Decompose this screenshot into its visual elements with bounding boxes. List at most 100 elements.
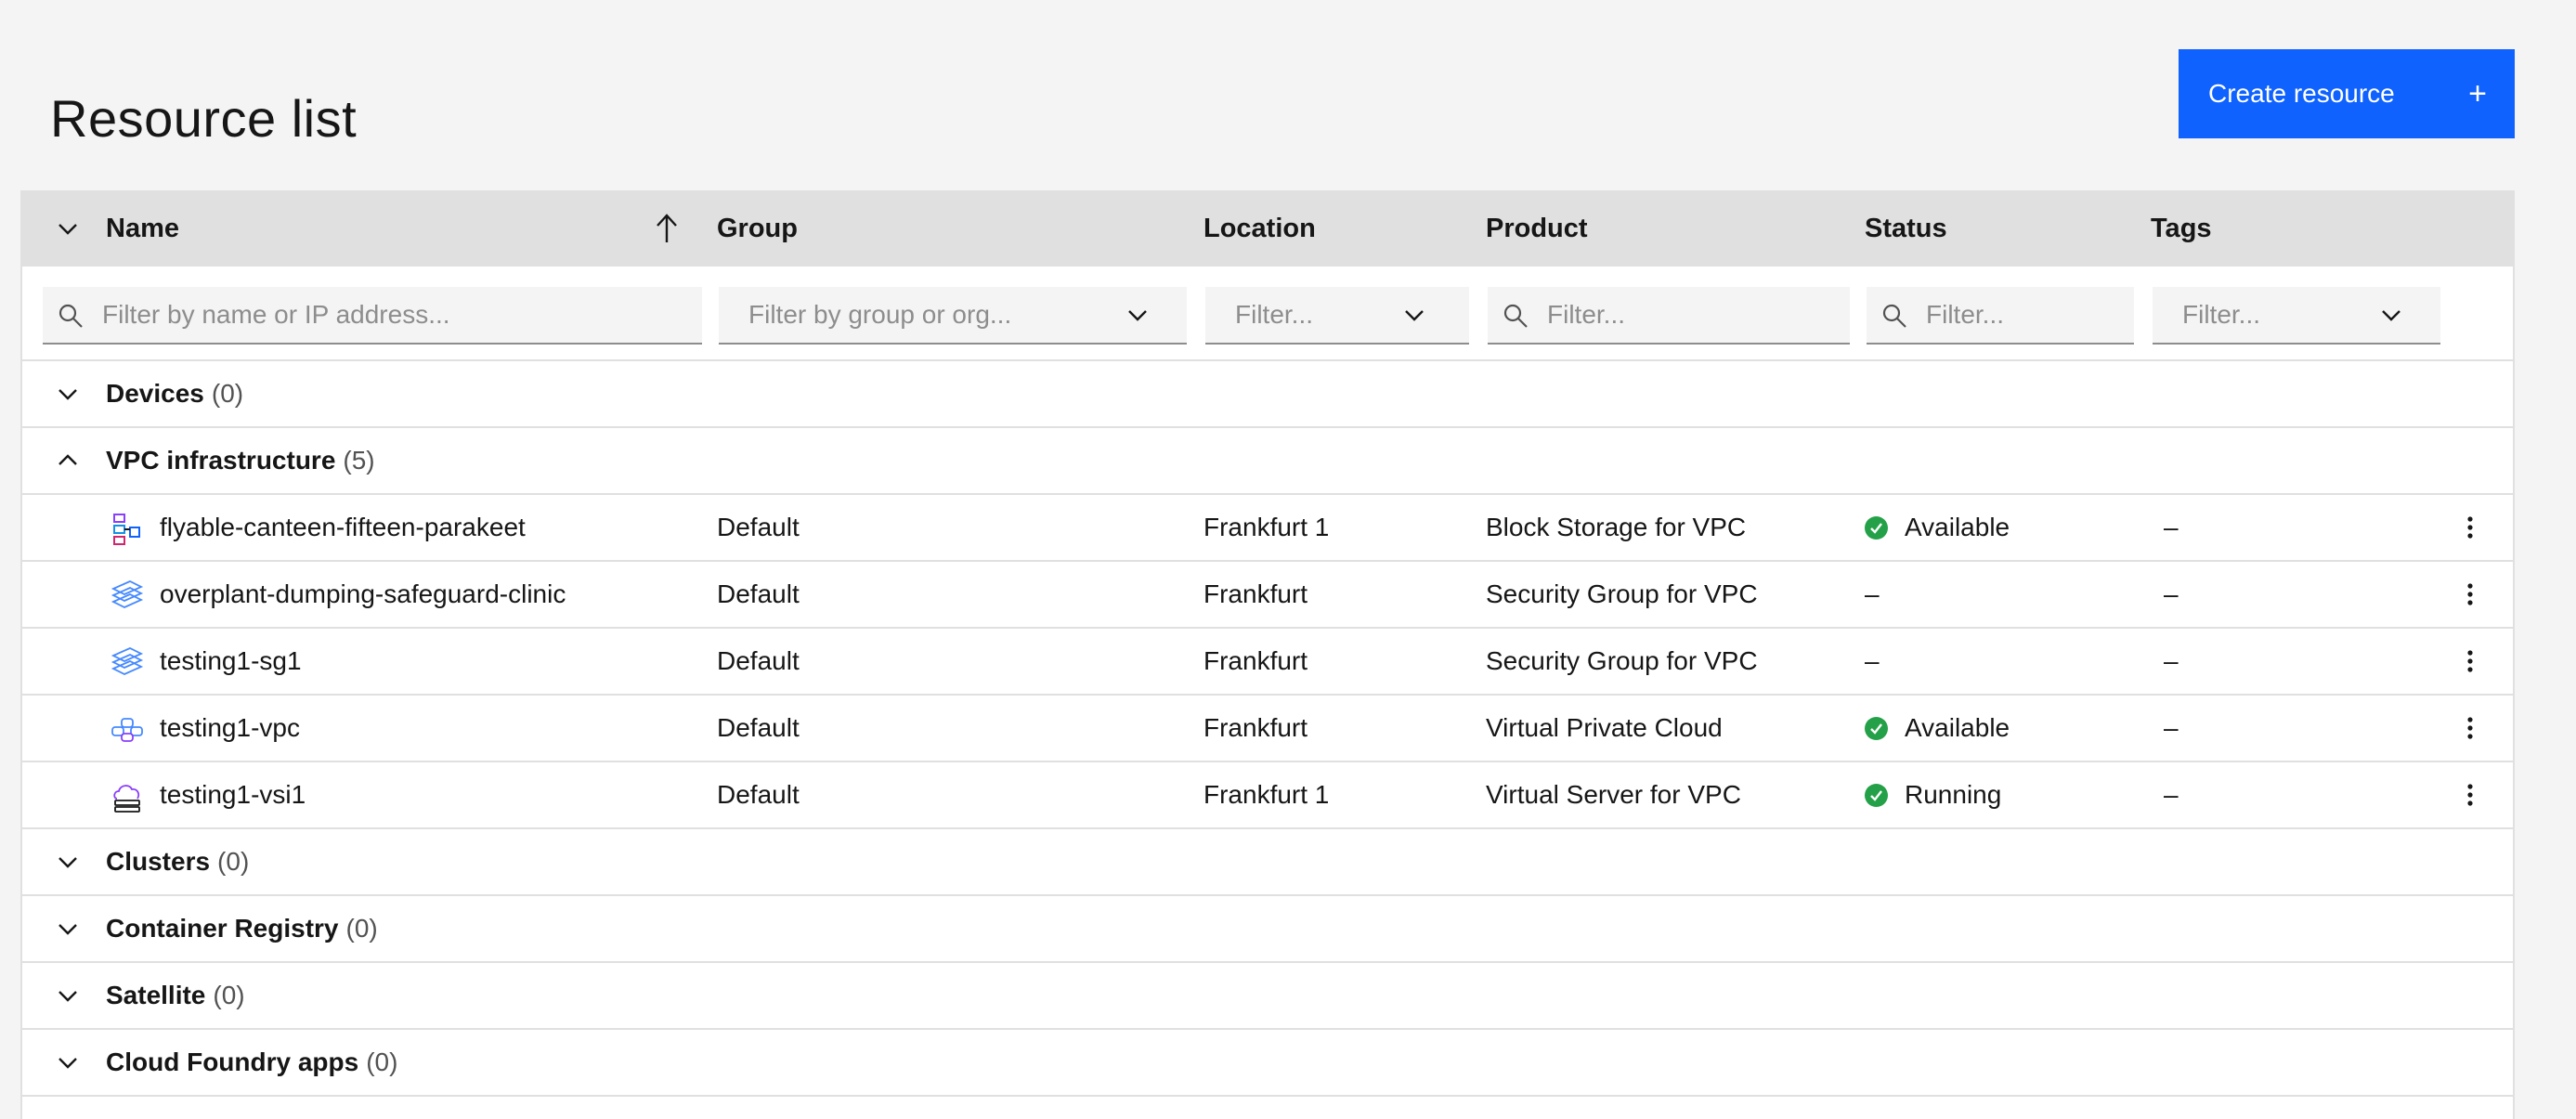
product-cell: Virtual Private Cloud — [1486, 713, 1723, 742]
group-label: Cloud Foundry apps — [106, 1047, 359, 1076]
group-label: VPC infrastructure — [106, 446, 336, 475]
table-row[interactable]: testing1-sg1 Default Frankfurt Security … — [22, 629, 2513, 696]
group-row-cloud-foundry-apps[interactable]: Cloud Foundry apps (0) — [22, 1030, 2513, 1097]
chevron-down-icon — [1405, 310, 1424, 321]
status-cell: – — [1865, 646, 1880, 675]
chevron-down-icon — [59, 389, 77, 400]
tags-cell: – — [2164, 646, 2179, 675]
group-row-devices[interactable]: Devices (0) — [22, 361, 2513, 428]
group-count: (0) — [211, 379, 244, 408]
resource-name-link[interactable]: overplant-dumping-safeguard-clinic — [160, 562, 566, 627]
search-icon — [59, 304, 83, 328]
resource-name-link[interactable]: testing1-vpc — [160, 696, 300, 761]
group-title: Clusters (0) — [106, 829, 249, 894]
header-status[interactable]: Status — [1865, 190, 1947, 267]
location-filter-dropdown[interactable]: Filter... — [1205, 287, 1469, 345]
resource-name-link[interactable]: testing1-sg1 — [160, 629, 302, 694]
product-filter-placeholder: Filter... — [1547, 300, 1626, 329]
group-row-container-registry[interactable]: Container Registry (0) — [22, 896, 2513, 963]
status-cell: Available — [1865, 495, 2010, 560]
vpc-icon — [111, 718, 143, 742]
overflow-menu-icon[interactable] — [2453, 644, 2487, 678]
chevron-down-icon — [59, 1058, 77, 1069]
status-filter-input[interactable]: Filter... — [1867, 287, 2134, 345]
header-name[interactable]: Name — [106, 190, 179, 267]
create-resource-button[interactable]: Create resource + — [2179, 49, 2515, 138]
chevron-down-icon — [59, 991, 77, 1002]
product-filter-input[interactable]: Filter... — [1488, 287, 1850, 345]
checkmark-filled-icon — [1865, 716, 1888, 740]
group-cell: Default — [717, 513, 800, 541]
chevron-down-icon — [59, 857, 77, 868]
tags-cell: – — [2164, 713, 2179, 742]
group-label: Clusters — [106, 847, 211, 876]
status-cell: Available — [1865, 696, 2010, 761]
overflow-menu-icon[interactable] — [2453, 711, 2487, 745]
status-cell: – — [1865, 579, 1880, 608]
chevron-down-icon — [1128, 310, 1147, 321]
header-product[interactable]: Product — [1486, 190, 1588, 267]
group-title: VPC infrastructure (5) — [106, 428, 375, 493]
checkmark-filled-icon — [1865, 783, 1888, 807]
tags-filter-placeholder: Filter... — [2182, 300, 2261, 329]
group-cell: Default — [717, 579, 800, 608]
group-label: Devices — [106, 379, 204, 408]
location-cell: Frankfurt — [1203, 579, 1308, 608]
group-count: (0) — [366, 1047, 398, 1076]
chevron-up-icon — [59, 454, 77, 465]
status-cell: Running — [1865, 762, 2001, 827]
tags-filter-dropdown[interactable]: Filter... — [2153, 287, 2440, 345]
table-row[interactable]: overplant-dumping-safeguard-clinic Defau… — [22, 562, 2513, 629]
security-group-icon — [111, 647, 144, 675]
status-text: Available — [1905, 513, 2010, 541]
product-cell: Block Storage for VPC — [1486, 513, 1747, 541]
chevron-down-icon — [59, 924, 77, 935]
security-group-icon — [111, 580, 144, 608]
table-row[interactable]: flyable-canteen-fifteen-parakeet Default… — [22, 495, 2513, 562]
header-group[interactable]: Group — [717, 190, 798, 267]
group-row-satellite[interactable]: Satellite (0) — [22, 963, 2513, 1030]
group-row-clusters[interactable]: Clusters (0) — [22, 829, 2513, 896]
chevron-down-icon — [59, 224, 77, 235]
resource-name-link[interactable]: flyable-canteen-fifteen-parakeet — [160, 495, 526, 560]
group-count: (0) — [213, 981, 245, 1009]
status-text: Available — [1905, 713, 2010, 742]
header-tags[interactable]: Tags — [2151, 190, 2212, 267]
create-resource-label: Create resource — [2208, 79, 2395, 108]
resource-name-link[interactable]: testing1-vsi1 — [160, 762, 306, 827]
group-cell: Default — [717, 780, 800, 809]
block-storage-icon — [113, 514, 140, 545]
overflow-menu-icon[interactable] — [2453, 578, 2487, 611]
table-header: Name Group Location Product Status Tags — [22, 190, 2513, 267]
sort-ascending-button[interactable] — [654, 190, 680, 267]
overflow-menu-icon[interactable] — [2453, 778, 2487, 812]
group-count: (0) — [345, 914, 378, 943]
tags-cell: – — [2164, 513, 2179, 541]
table-row[interactable]: testing1-vpc Default Frankfurt Virtual P… — [22, 696, 2513, 762]
location-cell: Frankfurt — [1203, 646, 1308, 675]
search-icon — [1503, 304, 1528, 328]
plus-icon: + — [2468, 75, 2487, 111]
overflow-menu-icon[interactable] — [2453, 511, 2487, 544]
location-cell: Frankfurt 1 — [1203, 780, 1330, 809]
group-filter-dropdown[interactable]: Filter by group or org... — [719, 287, 1187, 345]
location-cell: Frankfurt 1 — [1203, 513, 1330, 541]
expand-all-toggle[interactable] — [56, 190, 80, 267]
group-cell: Default — [717, 646, 800, 675]
table-row[interactable]: testing1-vsi1 Default Frankfurt 1 Virtua… — [22, 762, 2513, 829]
group-title: Cloud Foundry apps (0) — [106, 1030, 397, 1095]
status-text: Running — [1905, 780, 2002, 809]
virtual-server-icon — [113, 785, 140, 813]
group-count: (0) — [217, 847, 250, 876]
group-cell: Default — [717, 713, 800, 742]
name-filter-placeholder: Filter by name or IP address... — [102, 300, 450, 329]
page-title: Resource list — [50, 88, 358, 148]
group-title: Satellite (0) — [106, 963, 245, 1028]
group-label: Container Registry — [106, 914, 339, 943]
group-row-vpc-infrastructure[interactable]: VPC infrastructure (5) — [22, 428, 2513, 495]
location-filter-placeholder: Filter... — [1235, 300, 1314, 329]
name-filter-input[interactable]: Filter by name or IP address... — [43, 287, 702, 345]
chevron-down-icon — [2382, 310, 2400, 321]
product-cell: Security Group for VPC — [1486, 646, 1758, 675]
header-location[interactable]: Location — [1203, 190, 1316, 267]
